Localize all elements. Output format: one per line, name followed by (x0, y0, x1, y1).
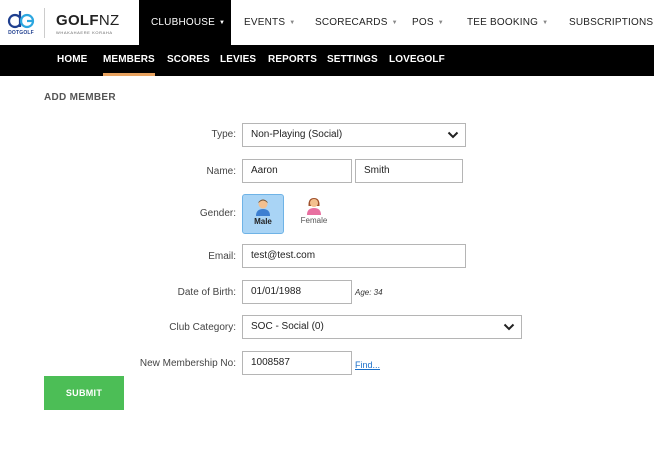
dotgolf-logo-text: DOTGOLF (8, 30, 34, 36)
top-nav-scorecards-label: SCORECARDS (315, 17, 388, 28)
sub-nav: HOME MEMBERS SCORES LEVIES REPORTS SETTI… (0, 45, 654, 76)
top-nav-pos[interactable]: POS ▼ (399, 0, 455, 45)
top-nav-tee-booking[interactable]: TEE BOOKING ▼ (455, 0, 557, 45)
type-select-value: Non-Playing (Social) (251, 129, 343, 140)
sub-nav-members[interactable]: MEMBERS (103, 45, 155, 76)
chevron-down-icon: ▼ (289, 19, 296, 26)
sub-nav-reports[interactable]: REPORTS (268, 45, 317, 76)
type-select[interactable]: Non-Playing (Social) (242, 123, 466, 147)
sub-nav-levies[interactable]: LEVIES (220, 45, 256, 76)
email-label: Email: (208, 251, 236, 262)
sub-nav-lovegolf[interactable]: LOVEGOLF (389, 45, 445, 76)
top-nav-events[interactable]: EVENTS ▼ (231, 0, 303, 45)
sub-nav-scores[interactable]: SCORES (167, 45, 210, 76)
female-person-icon (307, 198, 321, 215)
top-bar: DOTGOLF GOLFNZ WHAKAHAERE KORAHA CLUBHOU… (0, 0, 654, 45)
chevron-down-icon: ▼ (391, 19, 398, 26)
gender-male-button[interactable]: Male (242, 194, 284, 234)
top-nav: CLUBHOUSE ▼ EVENTS ▼ SCORECARDS ▼ POS ▼ TEE … (139, 0, 654, 45)
membership-no-input[interactable]: 1008587 (242, 351, 352, 375)
page-title: ADD MEMBER (44, 92, 116, 103)
dob-label: Date of Birth: (177, 287, 236, 298)
find-link[interactable]: Find... (355, 360, 380, 370)
gender-female-label: Female (300, 216, 328, 225)
dob-input[interactable]: 01/01/1988 (242, 280, 352, 304)
golfnz-logo-light: NZ (98, 12, 120, 29)
sub-nav-home[interactable]: HOME (57, 45, 87, 76)
male-person-icon (256, 199, 270, 216)
golfnz-logo-bold: GOLF (56, 12, 99, 29)
dotgolf-logo[interactable]: DOTGOLF (6, 8, 36, 38)
chevron-down-icon: ▼ (542, 19, 549, 26)
email-field[interactable]: test@test.com (242, 244, 466, 268)
last-name-input[interactable]: Smith (355, 159, 463, 183)
name-label: Name: (206, 166, 236, 177)
top-nav-scorecards[interactable]: SCORECARDS ▼ (303, 0, 399, 45)
club-category-select[interactable]: SOC - Social (0) (242, 315, 522, 339)
first-name-input[interactable]: Aaron (242, 159, 352, 183)
chevron-down-icon: ▼ (219, 19, 226, 26)
chevron-down-icon (503, 323, 515, 331)
sub-nav-settings[interactable]: SETTINGS (327, 45, 378, 76)
age-text: Age: 34 (355, 288, 383, 297)
type-label: Type: (211, 129, 236, 140)
club-category-value: SOC - Social (0) (251, 321, 324, 332)
gender-label: Gender: (199, 208, 236, 219)
gender-male-label: Male (254, 217, 272, 226)
gender-female-button[interactable]: Female (293, 194, 335, 234)
golfnz-logo[interactable]: GOLFNZ WHAKAHAERE KORAHA (56, 12, 119, 35)
logo-divider (44, 8, 45, 38)
top-nav-clubhouse-label: CLUBHOUSE (151, 17, 216, 28)
submit-button[interactable]: SUBMIT (44, 376, 124, 410)
top-nav-subscriptions-label: SUBSCRIPTIONS (569, 17, 654, 28)
chevron-down-icon: ▼ (437, 19, 444, 26)
top-nav-pos-label: POS (412, 17, 434, 28)
chevron-down-icon (447, 131, 459, 139)
top-nav-clubhouse[interactable]: CLUBHOUSE ▼ (139, 0, 231, 45)
golfnz-tagline: WHAKAHAERE KORAHA (56, 30, 113, 35)
top-nav-events-label: EVENTS (244, 17, 286, 28)
top-nav-tee-booking-label: TEE BOOKING (467, 17, 539, 28)
top-nav-subscriptions[interactable]: SUBSCRIPTIONS (557, 0, 654, 45)
club-category-label: Club Category: (169, 322, 236, 333)
membership-no-label: New Membership No: (139, 358, 236, 369)
